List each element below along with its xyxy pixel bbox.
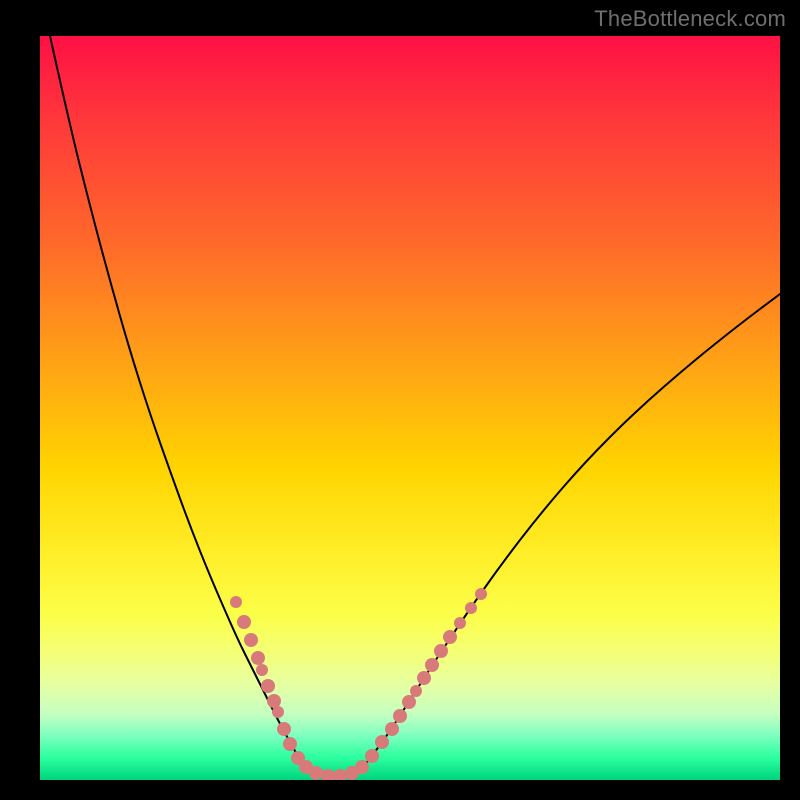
marker-dot [261, 679, 275, 693]
marker-dot [425, 658, 439, 672]
marker-dot [402, 695, 416, 709]
marker-dot [267, 694, 281, 708]
marker-dot [454, 617, 466, 629]
marker-dot [475, 588, 487, 600]
bottleneck-curve [50, 36, 780, 777]
marker-dot [321, 769, 335, 780]
chart-frame: TheBottleneck.com [0, 0, 800, 800]
marker-dot [251, 651, 265, 665]
marker-dot [393, 709, 407, 723]
marker-dot [410, 685, 422, 697]
marker-dot [365, 749, 379, 763]
chart-svg [40, 36, 780, 780]
marker-dot [309, 766, 323, 780]
marker-dot [283, 737, 297, 751]
marker-dot [355, 760, 369, 774]
watermark-text: TheBottleneck.com [594, 6, 786, 32]
marker-dot [256, 664, 268, 676]
marker-dot [375, 735, 389, 749]
marker-dot [443, 630, 457, 644]
marker-dot [333, 769, 347, 780]
plot-area [40, 36, 780, 780]
marker-dot [417, 671, 431, 685]
curve-path [50, 36, 780, 777]
marker-dot [230, 596, 242, 608]
marker-dot [465, 602, 477, 614]
marker-dot [237, 615, 251, 629]
marker-dot [277, 722, 291, 736]
highlight-markers [230, 588, 487, 780]
marker-dot [272, 706, 284, 718]
marker-dot [434, 644, 448, 658]
marker-dot [244, 633, 258, 647]
marker-dot [385, 722, 399, 736]
